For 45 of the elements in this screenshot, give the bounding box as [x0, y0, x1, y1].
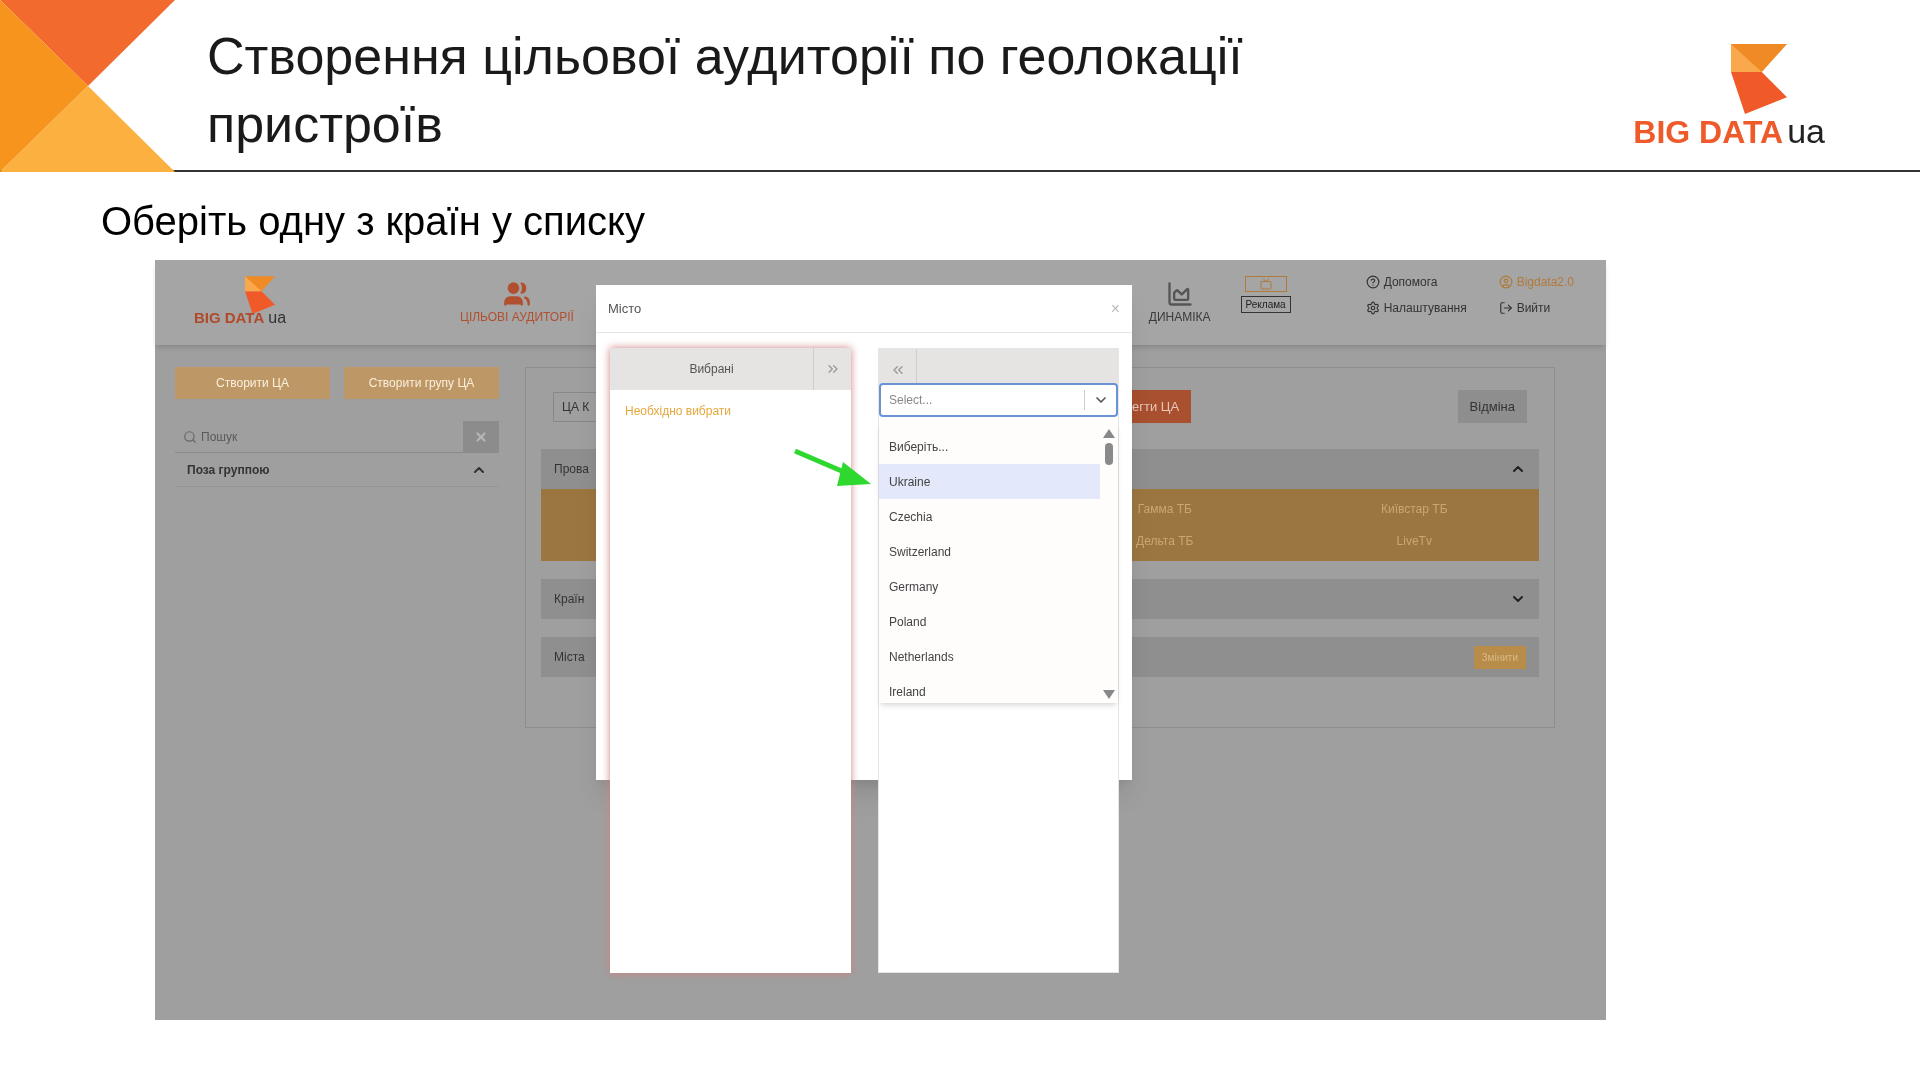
- section-label: Міста: [554, 649, 585, 666]
- dropdown-option[interactable]: Germany: [879, 569, 1100, 604]
- area-chart-icon: [1165, 279, 1194, 308]
- header-link[interactable]: Допомога: [1365, 272, 1467, 291]
- dropdown-option[interactable]: Switzerland: [879, 534, 1100, 569]
- header-link[interactable]: Вийти: [1498, 298, 1600, 317]
- group-row[interactable]: Поза группою: [175, 453, 499, 487]
- scroll-up-icon: [1103, 429, 1115, 438]
- help-icon: [1365, 274, 1380, 289]
- slide-title: Створення цільової аудиторії по геолокації пристроїв: [207, 26, 1244, 155]
- logo-mark-icon: [245, 275, 275, 314]
- settings-icon: [1365, 300, 1380, 315]
- logo-mark-icon: [1730, 44, 1789, 114]
- header-link[interactable]: Налаштування: [1365, 298, 1467, 317]
- people-icon: [502, 279, 531, 308]
- panel-title: Вибрані: [688, 361, 735, 378]
- search-placeholder: Пошук: [201, 428, 239, 446]
- empty-hint: Необхідно вибрати: [625, 403, 733, 420]
- country-select[interactable]: Select...: [879, 383, 1118, 417]
- dropdown-option[interactable]: Poland: [879, 604, 1100, 639]
- user-icon: [1498, 274, 1513, 289]
- ad-badge[interactable]: Реклама: [1240, 296, 1291, 313]
- clear-icon: [474, 429, 488, 444]
- dropdown-option[interactable]: Ireland: [879, 674, 1100, 703]
- group-label: Поза группою: [187, 461, 270, 479]
- cancel-button[interactable]: Відміна: [1457, 390, 1527, 423]
- scroll-down-icon: [1103, 690, 1115, 699]
- logo-suffix: ua: [1787, 111, 1825, 152]
- section-label: Країн: [554, 591, 585, 608]
- scroll-thumb[interactable]: [1105, 443, 1113, 465]
- select-placeholder: Select...: [888, 392, 934, 409]
- save-button[interactable]: егти ЦА: [1132, 390, 1192, 423]
- logo-brand: BIG DATA: [1633, 113, 1784, 152]
- dropdown-option[interactable]: Netherlands: [879, 639, 1100, 674]
- logo-suffix: ua: [268, 307, 287, 328]
- dropdown-option[interactable]: Ukraine: [879, 464, 1100, 499]
- logo-brand: BIG DATA: [193, 307, 265, 328]
- slide-subtitle: Оберіть одну з країн у списку: [101, 198, 646, 245]
- section-label: Прова: [554, 461, 589, 478]
- dropdown-option[interactable]: Виберіть...: [879, 429, 1100, 464]
- search-icon: [183, 429, 197, 444]
- nav-tab[interactable]: ДИНАМІКА: [1148, 279, 1211, 326]
- modal-title: Місто: [608, 299, 642, 318]
- logout-icon: [1498, 300, 1513, 315]
- dropdown-option[interactable]: Czechia: [879, 499, 1100, 534]
